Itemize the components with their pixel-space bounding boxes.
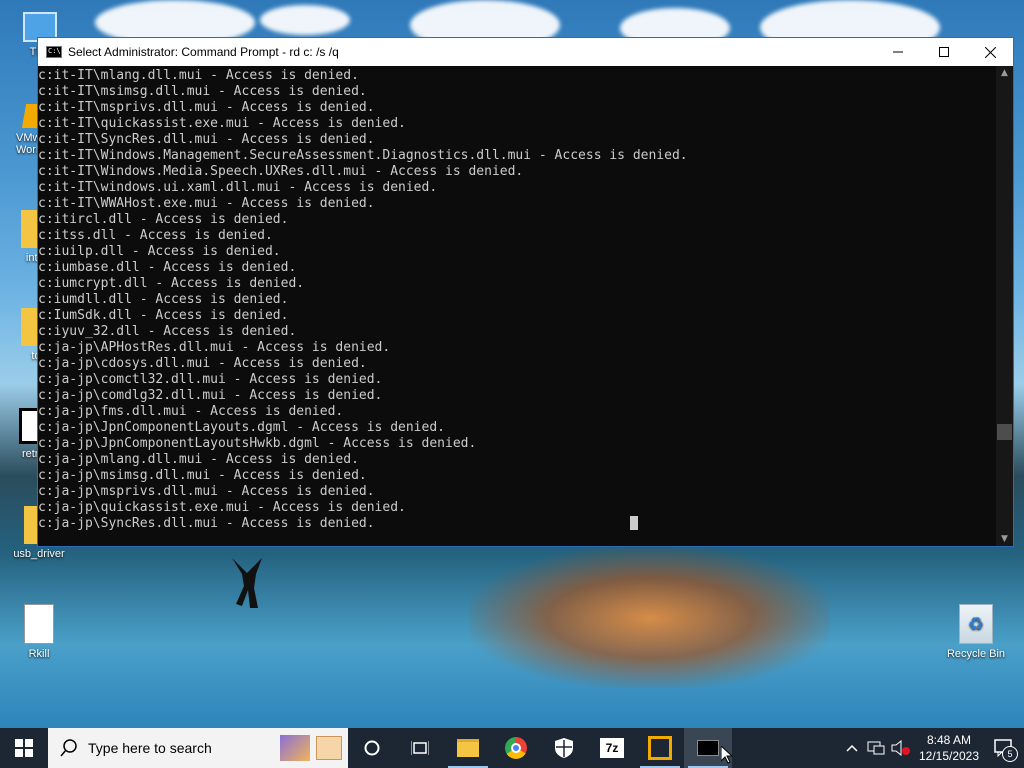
person-silhouette	[232, 558, 262, 608]
scroll-down-arrow-icon[interactable]: ▼	[996, 532, 1013, 546]
console-line: c:itircl.dll - Access is denied.	[38, 212, 289, 227]
system-tray: 8:48 AM 12/15/2023 5	[840, 728, 1024, 768]
news-card-icon[interactable]	[316, 736, 342, 760]
console-line: c:ja-jp\comdlg32.dll.mui - Access is den…	[38, 388, 383, 403]
desktop-icon-recycle-bin[interactable]: ♻ Recycle Bin	[940, 604, 1012, 660]
console-line: c:iumbase.dll - Access is denied.	[38, 260, 297, 275]
clock-time: 8:48 AM	[926, 733, 972, 747]
console-line: c:ja-jp\APHostRes.dll.mui - Access is de…	[38, 340, 391, 355]
vertical-scrollbar[interactable]: ▲ ▼	[996, 66, 1013, 546]
taskbar: Type here to search 7z 8:48 AM 12/15/202…	[0, 728, 1024, 768]
minimize-button[interactable]	[875, 38, 921, 66]
cmd-icon: C:\	[46, 46, 62, 58]
console-line: c:it-IT\msimsg.dll.mui - Access is denie…	[38, 84, 367, 99]
desktop-icon-label: usb_driver	[13, 548, 65, 560]
console-line: c:it-IT\msprivs.dll.mui - Access is deni…	[38, 100, 375, 115]
chevron-up-icon	[846, 744, 858, 752]
scroll-up-arrow-icon[interactable]: ▲	[996, 66, 1013, 80]
desktop-icon-rkill[interactable]: Rkill	[3, 604, 75, 660]
network-icon	[867, 741, 885, 755]
console-line: c:ja-jp\SyncRes.dll.mui - Access is deni…	[38, 516, 375, 531]
show-hidden-icons-button[interactable]	[840, 728, 864, 768]
7zip-icon: 7z	[600, 738, 624, 758]
cortana-button[interactable]	[348, 728, 396, 768]
taskbar-7zip[interactable]: 7z	[588, 728, 636, 768]
console-cursor	[630, 516, 638, 530]
console-line: c:it-IT\Windows.Media.Speech.UXRes.dll.m…	[38, 164, 524, 179]
windows-logo-icon	[15, 739, 33, 757]
console-output[interactable]: c:it-IT\mlang.dll.mui - Access is denied…	[38, 66, 996, 546]
desktop-icon-label: Rkill	[28, 648, 50, 660]
news-widget-icon[interactable]	[280, 735, 310, 761]
command-prompt-window[interactable]: C:\ Select Administrator: Command Prompt…	[37, 37, 1014, 547]
console-line: c:ja-jp\JpnComponentLayouts.dgml - Acces…	[38, 420, 445, 435]
search-placeholder: Type here to search	[88, 740, 212, 756]
close-button[interactable]	[967, 38, 1013, 66]
action-center-button[interactable]: 5	[984, 728, 1024, 768]
console-line: c:it-IT\WWAHost.exe.mui - Access is deni…	[38, 196, 375, 211]
console-line: c:ja-jp\msimsg.dll.mui - Access is denie…	[38, 468, 367, 483]
maximize-icon	[939, 47, 949, 57]
search-box[interactable]: Type here to search	[48, 728, 348, 768]
console-line: c:it-IT\mlang.dll.mui - Access is denied…	[38, 68, 359, 83]
volume-tray-button[interactable]	[888, 728, 914, 768]
text-file-icon	[24, 604, 54, 644]
console-line: c:it-IT\quickassist.exe.mui - Access is …	[38, 116, 406, 131]
taskbar-clock[interactable]: 8:48 AM 12/15/2023	[914, 732, 984, 764]
volume-muted-icon	[891, 740, 910, 756]
scrollbar-thumb[interactable]	[997, 424, 1012, 440]
mouse-cursor-icon	[721, 746, 733, 764]
console-line: c:it-IT\Windows.Management.SecureAssessm…	[38, 148, 688, 163]
taskbar-app-yellow[interactable]	[636, 728, 684, 768]
console-line: c:iumcrypt.dll - Access is denied.	[38, 276, 305, 291]
console-line: c:ja-jp\quickassist.exe.mui - Access is …	[38, 500, 406, 515]
chrome-icon	[505, 737, 527, 759]
console-line: c:ja-jp\cdosys.dll.mui - Access is denie…	[38, 356, 367, 371]
console-line: c:ja-jp\JpnComponentLayoutsHwkb.dgml - A…	[38, 436, 477, 451]
console-line: c:itss.dll - Access is denied.	[38, 228, 273, 243]
console-line: c:iyuv_32.dll - Access is denied.	[38, 324, 297, 339]
taskbar-windows-security[interactable]	[540, 728, 588, 768]
desktop-icon-label: Recycle Bin	[946, 648, 1006, 660]
window-titlebar[interactable]: C:\ Select Administrator: Command Prompt…	[38, 38, 1013, 66]
task-view-icon	[411, 741, 429, 755]
close-icon	[984, 46, 996, 58]
clock-date: 12/15/2023	[918, 749, 980, 763]
console-line: c:it-IT\SyncRes.dll.mui - Access is deni…	[38, 132, 375, 147]
task-view-button[interactable]	[396, 728, 444, 768]
search-icon	[60, 739, 77, 757]
console-line: c:ja-jp\msprivs.dll.mui - Access is deni…	[38, 484, 375, 499]
window-title: Select Administrator: Command Prompt - r…	[68, 45, 339, 59]
console-line: c:iumdll.dll - Access is denied.	[38, 292, 289, 307]
folder-icon	[457, 739, 479, 757]
console-line: c:ja-jp\fms.dll.mui - Access is denied.	[38, 404, 344, 419]
taskbar-chrome[interactable]	[492, 728, 540, 768]
network-tray-button[interactable]	[864, 728, 888, 768]
console-line: c:IumSdk.dll - Access is denied.	[38, 308, 289, 323]
cortana-circle-icon	[364, 740, 380, 756]
cmd-icon	[697, 740, 719, 756]
console-line: c:iuilp.dll - Access is denied.	[38, 244, 281, 259]
maximize-button[interactable]	[921, 38, 967, 66]
notification-count-badge: 5	[1002, 746, 1018, 762]
console-line: c:ja-jp\comctl32.dll.mui - Access is den…	[38, 372, 383, 387]
network-app-icon	[648, 736, 672, 760]
console-line: c:it-IT\windows.ui.xaml.dll.mui - Access…	[38, 180, 438, 195]
taskbar-file-explorer[interactable]	[444, 728, 492, 768]
minimize-icon	[893, 51, 903, 53]
console-line: c:ja-jp\mlang.dll.mui - Access is denied…	[38, 452, 359, 467]
start-button[interactable]	[0, 728, 48, 768]
shield-icon	[555, 738, 573, 758]
recycle-bin-icon: ♻	[959, 604, 993, 644]
